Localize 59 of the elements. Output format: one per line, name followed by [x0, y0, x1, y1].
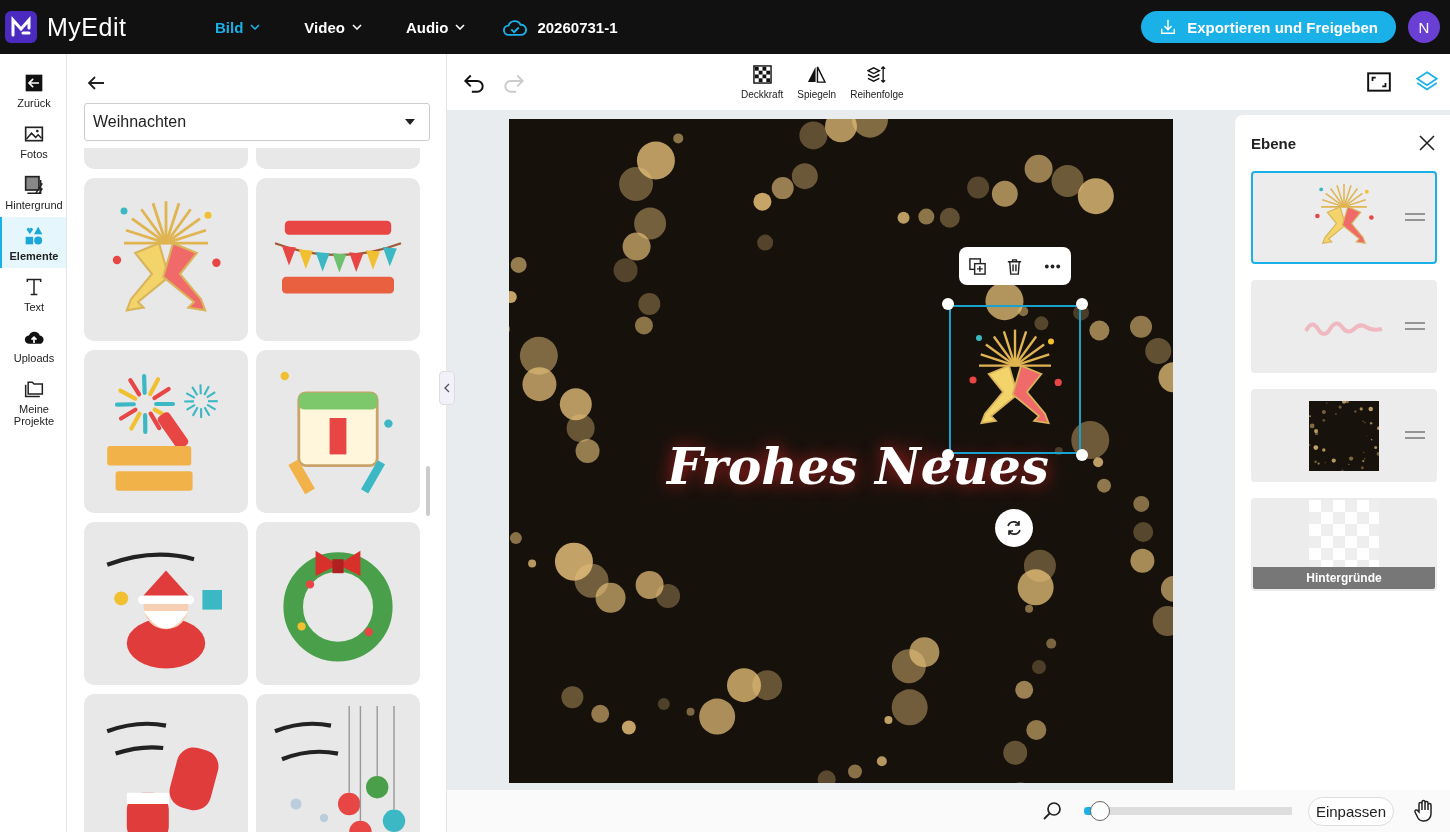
- sticker-thumbnail[interactable]: [256, 350, 420, 513]
- panel-title: Ebene: [1251, 134, 1296, 152]
- drag-handle-icon[interactable]: [1405, 431, 1425, 439]
- project-name: 20260731-1: [537, 18, 618, 36]
- fit-screen-button[interactable]: [1366, 69, 1392, 95]
- toolbar-button[interactable]: Reihenfolge: [850, 64, 904, 100]
- chevron-left-icon: [444, 383, 450, 393]
- sticker-thumbnail[interactable]: [256, 694, 420, 832]
- chevron-down-icon: [351, 24, 362, 30]
- fit-button[interactable]: Einpassen: [1307, 796, 1394, 826]
- layer-label: Hintergründe: [1253, 567, 1435, 589]
- checkerboard-icon: [752, 64, 772, 84]
- search-icon: [1041, 801, 1062, 821]
- sticker-thumbnail[interactable]: [84, 178, 248, 341]
- background-icon: [24, 175, 44, 195]
- user-avatar[interactable]: N: [1408, 11, 1440, 43]
- folder-icon: [24, 379, 44, 399]
- duplicate-icon[interactable]: [968, 256, 988, 276]
- cloud-check-icon: [503, 17, 528, 37]
- scrollbar[interactable]: [426, 466, 430, 516]
- download-icon: [1159, 18, 1178, 36]
- sidebar-item[interactable]: Hintergrund: [0, 166, 66, 217]
- slider-thumb[interactable]: [1090, 801, 1111, 821]
- resize-handle[interactable]: [942, 449, 954, 461]
- menu-tab[interactable]: Audio: [405, 18, 466, 36]
- chevron-down-icon: [250, 24, 261, 30]
- sidebar-item[interactable]: Zurück: [0, 64, 66, 115]
- sticker-thumbnail[interactable]: [256, 522, 420, 685]
- close-button[interactable]: [1417, 133, 1437, 153]
- sidebar-item[interactable]: Fotos: [0, 115, 66, 166]
- photo-icon: [24, 124, 44, 144]
- photo-thumbnail: [1309, 400, 1379, 471]
- layers-arrow-icon: [867, 64, 887, 84]
- sidebar-item[interactable]: Text: [0, 268, 66, 319]
- shapes-icon: [24, 226, 44, 246]
- drag-handle-icon[interactable]: [1405, 213, 1425, 221]
- toolbar-button[interactable]: Spiegeln: [797, 64, 837, 100]
- rotate-icon: [1004, 518, 1024, 538]
- canvas-text[interactable]: Frohes Neues: [667, 437, 1049, 496]
- category-dropdown[interactable]: Weihnachten: [84, 103, 430, 141]
- chevron-down-icon: [455, 24, 466, 30]
- sticker-thumbnail[interactable]: [84, 522, 248, 685]
- sidebar-item[interactable]: Elemente: [0, 217, 66, 268]
- drag-handle-icon[interactable]: [1405, 322, 1425, 330]
- sticker-thumbnail[interactable]: [84, 350, 248, 513]
- logo-icon: [5, 11, 37, 43]
- mirror-icon: [807, 64, 827, 84]
- app-name: MyEdit: [47, 12, 127, 42]
- layer-item[interactable]: Hintergründe: [1251, 498, 1437, 591]
- toolbar-button[interactable]: Deckkraft: [741, 64, 784, 100]
- sticker-thumbnail[interactable]: [84, 694, 248, 832]
- menu-tab[interactable]: Video: [304, 18, 362, 36]
- layer-item[interactable]: [1251, 389, 1437, 482]
- sticker-thumbnail[interactable]: [256, 178, 420, 341]
- sidebar-item[interactable]: Uploads: [0, 319, 66, 370]
- menu-tab[interactable]: Bild: [215, 18, 261, 36]
- text-icon: [24, 277, 44, 297]
- caret-icon: [405, 119, 415, 125]
- sidebar-item[interactable]: Meine Projekte: [0, 370, 66, 433]
